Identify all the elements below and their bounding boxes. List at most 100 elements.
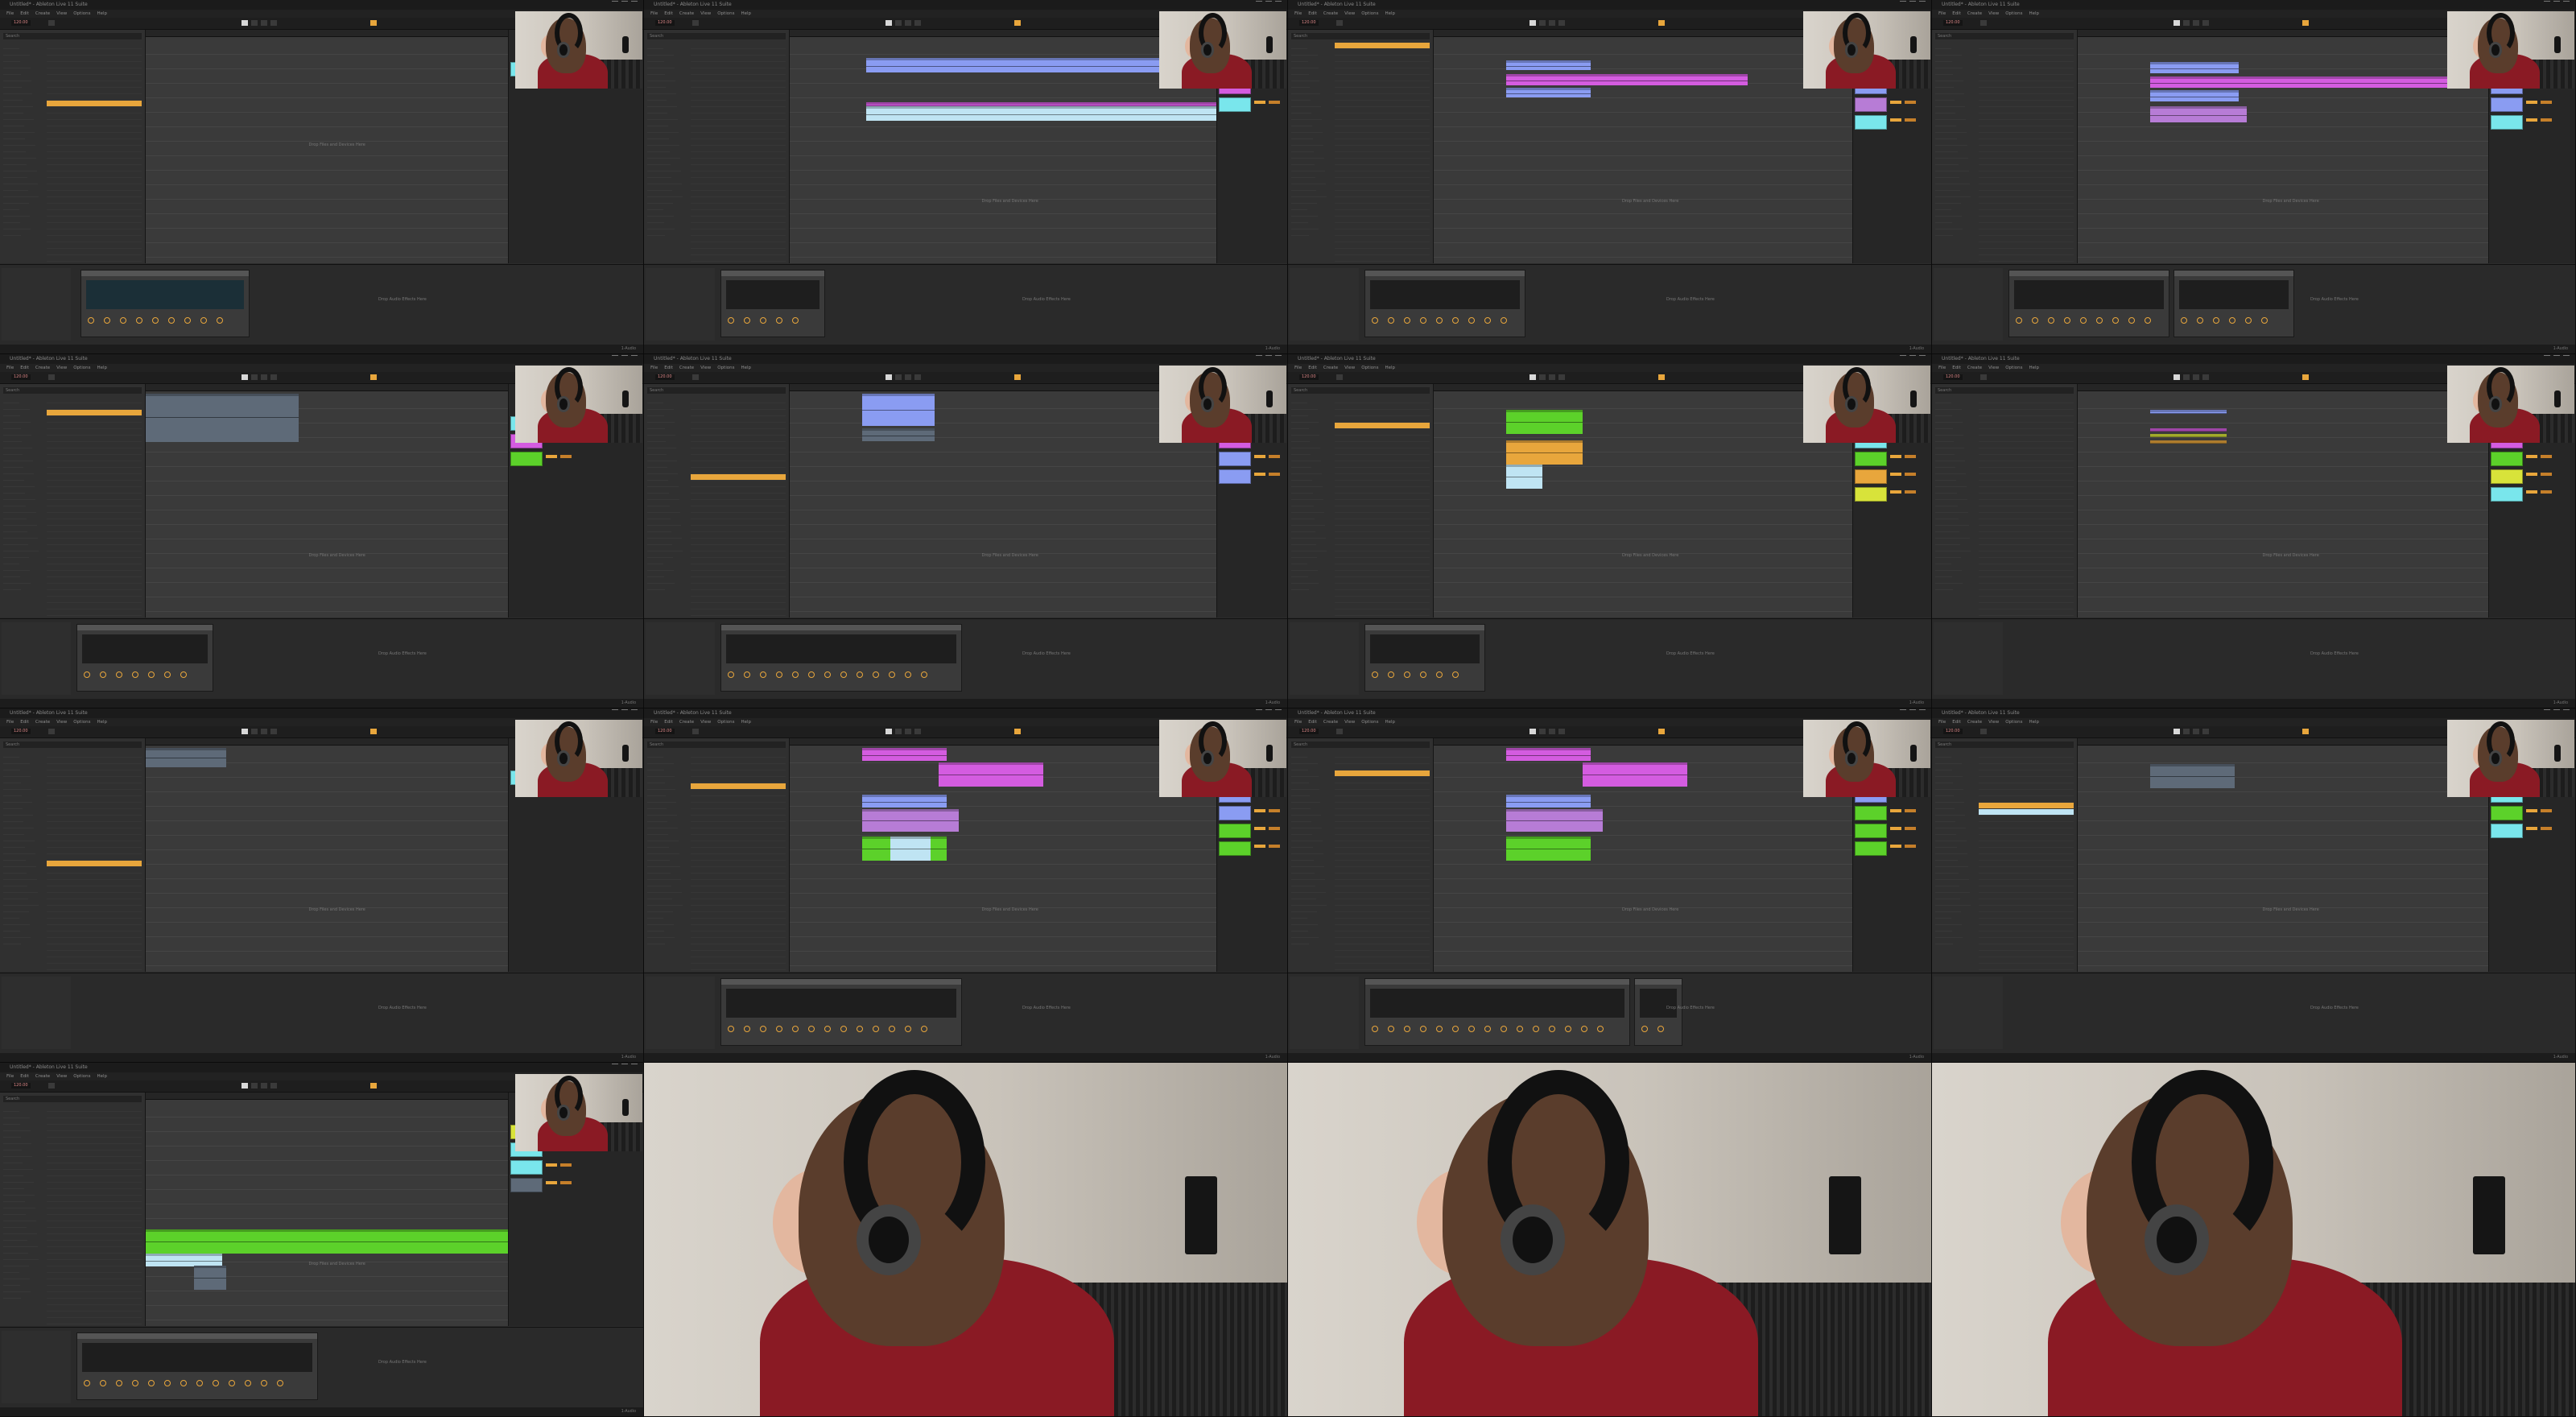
browser-file-item[interactable] — [1335, 609, 1430, 616]
device-knob[interactable] — [1533, 1026, 1539, 1032]
loop-toggle[interactable] — [1658, 729, 1665, 734]
audio-clip[interactable] — [2150, 410, 2227, 414]
browser-file-item[interactable] — [47, 906, 142, 912]
browser-category-item[interactable] — [1935, 43, 1951, 49]
browser-category-item[interactable] — [3, 107, 23, 114]
browser-file-item[interactable] — [47, 1189, 142, 1196]
audio-clip[interactable] — [2150, 106, 2247, 122]
browser-file-item[interactable] — [1979, 146, 2074, 152]
browser-category-item[interactable] — [1935, 803, 1955, 809]
browser-file-item[interactable] — [47, 1170, 142, 1176]
browser-file-item[interactable] — [691, 171, 786, 178]
track-volume-field[interactable] — [1890, 845, 1901, 848]
browser-category-item[interactable] — [3, 114, 34, 120]
browser-category-item[interactable] — [3, 545, 39, 552]
browser-file-item[interactable] — [1335, 249, 1430, 255]
browser-file-item[interactable] — [691, 571, 786, 577]
device-rack[interactable] — [1364, 624, 1485, 692]
browser-category-item[interactable] — [647, 159, 671, 165]
timeline-ruler[interactable] — [146, 738, 508, 746]
menu-item-edit[interactable]: Edit — [20, 366, 29, 370]
browser-category-item[interactable] — [1935, 796, 1964, 803]
browser-category-item[interactable] — [1291, 526, 1315, 532]
browser-category-item[interactable] — [3, 1196, 25, 1202]
browser-category-item[interactable] — [1935, 783, 1963, 790]
browser-file-item[interactable] — [47, 442, 142, 448]
browser-category-item[interactable] — [3, 94, 23, 101]
track-header[interactable] — [1855, 115, 1887, 130]
browser-file-item[interactable] — [1979, 139, 2074, 146]
browser-category-item[interactable] — [3, 56, 20, 62]
browser-category-item[interactable] — [647, 770, 675, 777]
browser-file-item[interactable] — [691, 957, 786, 964]
browser-file-item[interactable] — [47, 1157, 142, 1163]
browser-category-item[interactable] — [1291, 822, 1322, 828]
browser-file-item[interactable] — [1335, 75, 1430, 81]
browser-file-item[interactable] — [691, 249, 786, 255]
browser-file-item[interactable] — [691, 101, 786, 107]
browser-file-item[interactable] — [1979, 906, 2074, 912]
browser-file-item[interactable] — [47, 1221, 142, 1228]
tempo-field[interactable]: 120.00 — [1943, 20, 1963, 26]
browser-category-item[interactable] — [1935, 133, 1957, 139]
track-volume-field[interactable] — [2526, 809, 2537, 812]
browser-file-item[interactable] — [47, 513, 142, 519]
browser-category-item[interactable] — [1291, 552, 1317, 558]
menu-item-view[interactable]: View — [700, 11, 711, 16]
browser-file-item[interactable] — [47, 590, 142, 597]
browser-file-item[interactable] — [1979, 932, 2074, 938]
browser-file-item[interactable] — [691, 828, 786, 835]
browser-file-item[interactable] — [1979, 126, 2074, 133]
browser-category-item[interactable] — [647, 178, 682, 184]
browser-category-item[interactable] — [3, 455, 33, 461]
browser-file-item[interactable] — [1335, 423, 1430, 429]
audio-clip[interactable] — [1506, 410, 1583, 434]
browser-category-item[interactable] — [647, 932, 675, 938]
browser-file-item[interactable] — [1335, 481, 1430, 487]
browser-file-item[interactable] — [1979, 822, 2074, 828]
close-button[interactable] — [1919, 709, 1926, 715]
browser-file-item[interactable] — [1979, 880, 2074, 886]
menu-item-file[interactable]: File — [6, 366, 14, 370]
audio-clip[interactable] — [939, 762, 1043, 787]
browser-category-item[interactable] — [647, 874, 681, 880]
browser-file-item[interactable] — [47, 81, 142, 88]
browser-category-item[interactable] — [3, 925, 20, 932]
browser-category-item[interactable] — [1935, 197, 1961, 204]
browser-category-item[interactable] — [1291, 848, 1323, 854]
browser-file-item[interactable] — [691, 178, 786, 184]
device-rack[interactable] — [2174, 270, 2294, 337]
stop-button[interactable] — [251, 20, 258, 26]
browser-file-item[interactable] — [1979, 43, 2074, 49]
browser-category-item[interactable] — [1291, 126, 1323, 133]
browser-file-item[interactable] — [47, 783, 142, 790]
device-knob[interactable] — [136, 317, 142, 324]
browser-file-item[interactable] — [1979, 410, 2074, 416]
browser-file-item[interactable] — [47, 893, 142, 899]
menu-item-create[interactable]: Create — [35, 1074, 50, 1079]
menu-item-file[interactable]: File — [1294, 720, 1302, 725]
browser-file-item[interactable] — [691, 880, 786, 886]
browser-file-item[interactable] — [691, 964, 786, 970]
browser-category-item[interactable] — [3, 938, 21, 944]
record-button[interactable] — [261, 20, 267, 26]
browser-category-item[interactable] — [1935, 577, 1963, 584]
browser-file-item[interactable] — [47, 1131, 142, 1138]
device-knob[interactable] — [168, 317, 175, 324]
menu-item-file[interactable]: File — [1938, 11, 1946, 16]
browser-category-item[interactable] — [3, 1260, 29, 1266]
browser-file-item[interactable] — [1335, 932, 1430, 938]
menu-item-edit[interactable]: Edit — [664, 720, 673, 725]
browser-file-item[interactable] — [1335, 191, 1430, 197]
browser-file-item[interactable] — [691, 448, 786, 455]
tempo-field[interactable]: 120.00 — [1943, 374, 1963, 380]
browser-category-item[interactable] — [3, 416, 31, 423]
browser-file-item[interactable] — [1979, 564, 2074, 571]
device-knob[interactable] — [1657, 1026, 1664, 1032]
browser-file-item[interactable] — [47, 609, 142, 616]
menu-item-view[interactable]: View — [56, 1074, 67, 1079]
menu-item-view[interactable]: View — [700, 720, 711, 725]
audio-clip[interactable] — [866, 58, 1172, 72]
browser-file-item[interactable] — [1979, 938, 2074, 944]
browser-file-item[interactable] — [691, 442, 786, 448]
